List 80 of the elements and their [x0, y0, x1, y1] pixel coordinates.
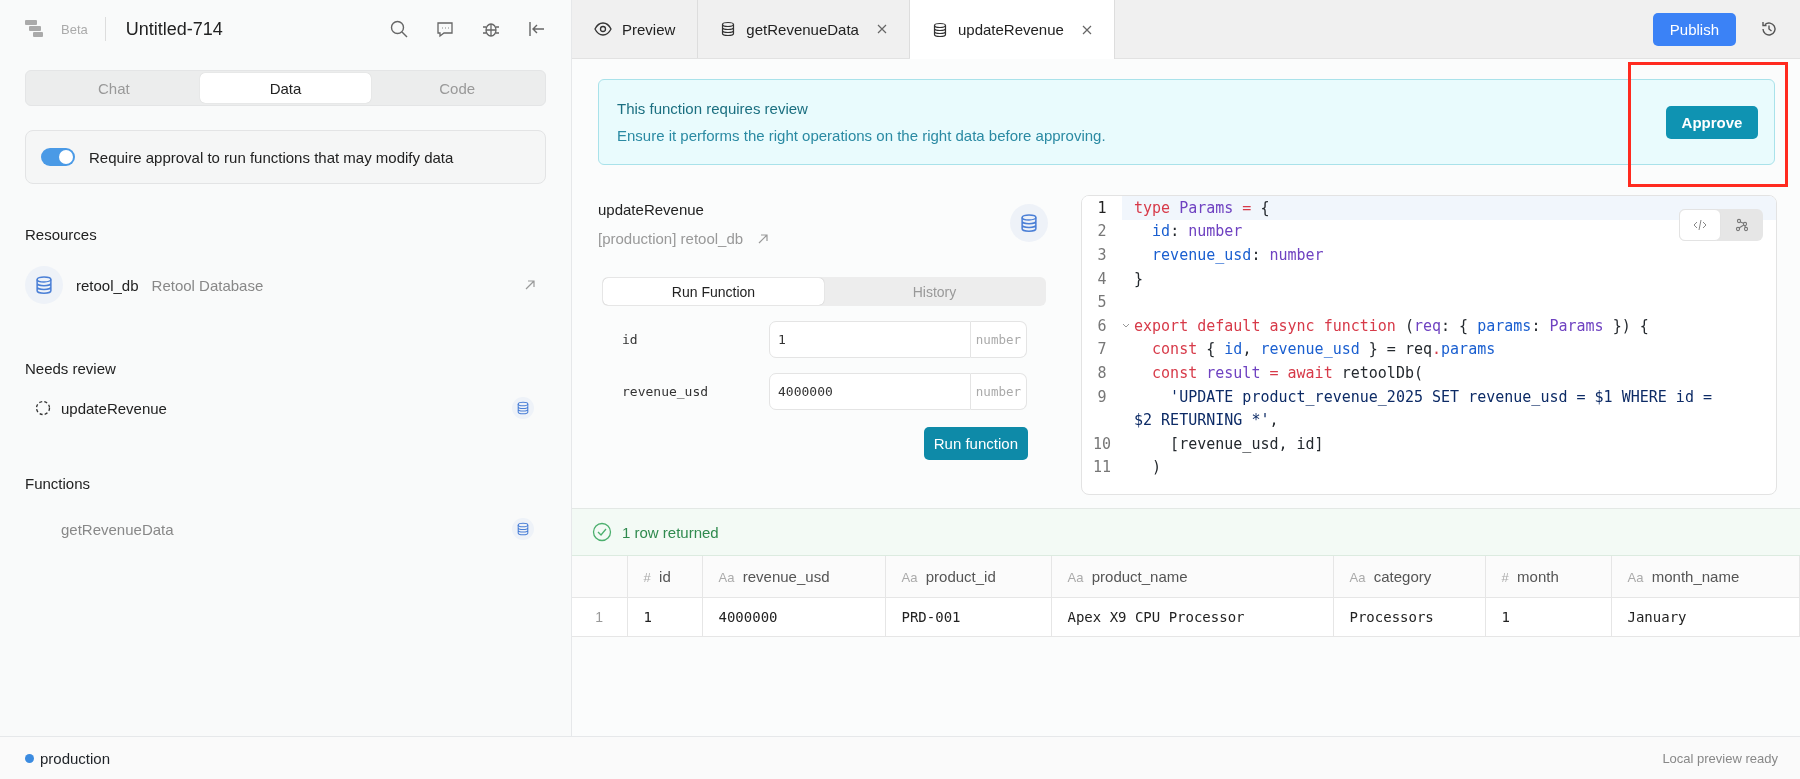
row-number: 1: [572, 597, 627, 636]
code-line: revenue_usd: number: [1151, 246, 1324, 264]
code-line: export default async function (req: { params: Params }) {: [1134, 316, 1649, 335]
code-line: const result = await retoolDb(: [1151, 363, 1423, 382]
editor-tab[interactable]: getRevenueData: [698, 0, 910, 58]
column-header[interactable]: Aa category: [1333, 556, 1485, 597]
column-header[interactable]: Aa product_name: [1051, 556, 1333, 597]
pending-circle-icon: [35, 400, 51, 416]
result-status: 1 row returned: [622, 523, 719, 541]
table-cell: January: [1611, 597, 1800, 636]
database-icon: [512, 518, 534, 540]
editor-tab[interactable]: Preview: [572, 0, 699, 58]
function-tab[interactable]: Run Function: [603, 278, 824, 305]
section-heading: Resources: [25, 226, 98, 243]
close-icon[interactable]: [876, 24, 887, 34]
code-line: id: number: [1151, 222, 1243, 241]
banner-title: This function requires review: [617, 100, 809, 117]
param-label: revenue_usd: [622, 384, 710, 399]
code-line: }: [1134, 269, 1144, 288]
code-icon: [1693, 219, 1707, 231]
database-icon: [1019, 213, 1039, 233]
nodes-icon: [1735, 218, 1749, 232]
run-function-button[interactable]: Run function: [923, 427, 1028, 460]
database-icon: [720, 21, 737, 37]
eye-icon: [594, 22, 612, 36]
approval-toggle[interactable]: [41, 148, 75, 166]
column-header[interactable]: # id: [627, 556, 702, 597]
code-line: $2 RETURNING *',: [1134, 411, 1279, 430]
line-number: 1: [1082, 196, 1122, 220]
external-link-icon[interactable]: [524, 279, 536, 291]
code-line: [revenue_usd, id]: [1169, 434, 1324, 453]
environment-dot-icon: [25, 753, 34, 763]
external-link-icon[interactable]: [757, 232, 770, 245]
param-input[interactable]: 4000000: [769, 373, 971, 410]
column-header[interactable]: Aa product_id: [885, 556, 1051, 597]
history-icon[interactable]: [1760, 20, 1778, 38]
column-header[interactable]: # month: [1485, 556, 1611, 597]
resource-type: Retool Database: [151, 276, 264, 294]
code-line: const { id, revenue_usd } = req.params: [1151, 340, 1496, 359]
function-title: updateRevenue: [598, 201, 705, 218]
collapse-panel-icon[interactable]: [528, 20, 546, 38]
database-icon: [512, 397, 534, 419]
beta-label: Beta: [61, 21, 88, 37]
status-message: Local preview ready: [1662, 750, 1778, 766]
table-cell: PRD-001: [885, 597, 1051, 636]
section-heading: Functions: [25, 475, 92, 492]
param-input[interactable]: 1: [769, 321, 971, 358]
environment-label[interactable]: production: [40, 749, 111, 767]
toggle-label: Require approval to run functions that may modify data: [89, 148, 454, 166]
code-line: 'UPDATE product_revenue_2025 SET revenue_usd = $1 WHERE id =: [1169, 387, 1712, 406]
close-icon[interactable]: [1081, 24, 1092, 35]
column-header[interactable]: Aa month_name: [1611, 556, 1800, 597]
check-circle-icon: [592, 522, 612, 542]
approve-button[interactable]: Approve: [1666, 105, 1758, 139]
comment-icon[interactable]: [436, 20, 454, 38]
table-cell: 1: [1485, 597, 1611, 636]
param-label: id: [622, 332, 639, 347]
section-heading: Needs review: [25, 360, 117, 377]
publish-button[interactable]: Publish: [1652, 12, 1736, 46]
app-title[interactable]: Untitled-714: [125, 18, 223, 40]
database-icon: [34, 275, 54, 295]
fold-chevron-icon[interactable]: [1122, 322, 1130, 329]
bug-icon[interactable]: [482, 20, 500, 38]
table-cell: Processors: [1333, 597, 1485, 636]
table-cell: 1: [627, 597, 702, 636]
code-line: type Params = {: [1134, 198, 1270, 217]
table-cell: Apex X9 CPU Processor: [1051, 597, 1333, 636]
editor-tab[interactable]: updateRevenue: [909, 0, 1115, 59]
search-icon[interactable]: [390, 20, 408, 38]
table-cell: 4000000: [702, 597, 885, 636]
code-line: ): [1151, 458, 1162, 477]
banner-message: Ensure it performs the right operations on the right data before approving.: [617, 127, 1106, 144]
function-name[interactable]: updateRevenue: [61, 399, 167, 417]
resource-name[interactable]: retool_db: [76, 276, 139, 294]
type-suffix: number: [970, 373, 1027, 410]
sidebar-tab[interactable]: Data: [199, 73, 372, 103]
column-header[interactable]: Aa revenue_usd: [702, 556, 885, 597]
type-suffix: number: [970, 321, 1027, 358]
database-icon: [931, 21, 948, 38]
resource-label: [production] retool_db: [598, 230, 744, 247]
